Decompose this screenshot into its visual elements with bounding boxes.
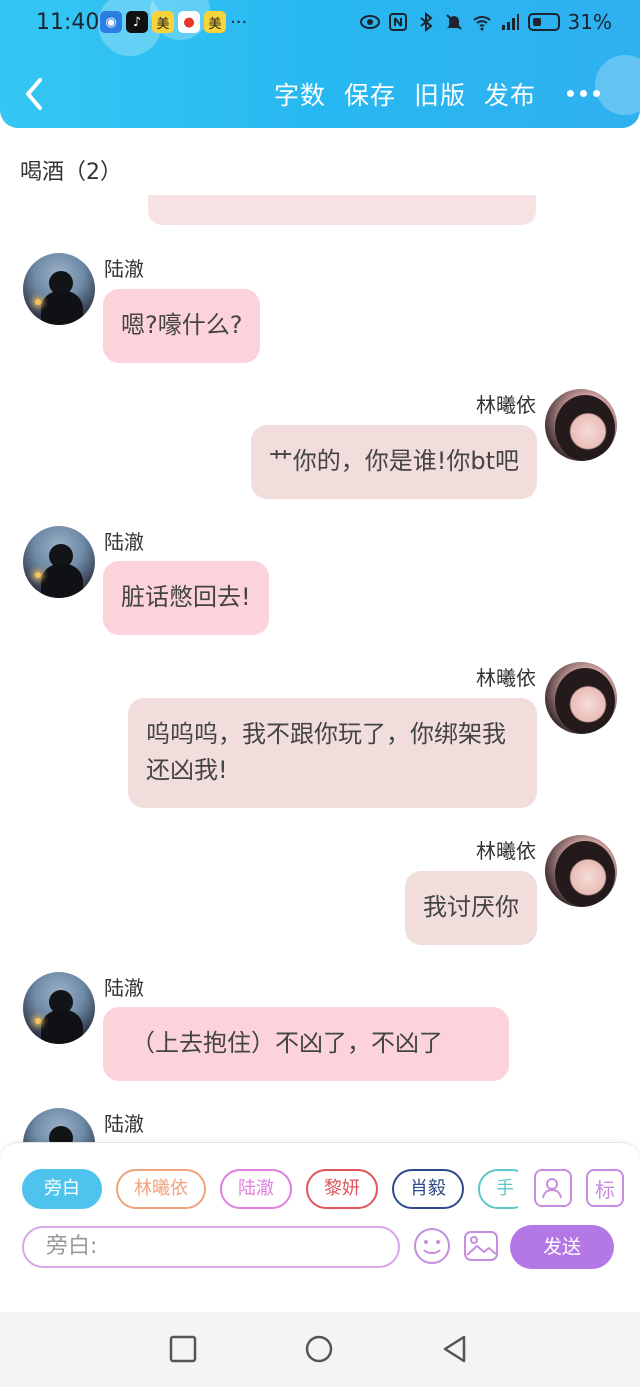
- nfc-icon: [388, 13, 407, 31]
- header-actions: 字数 保存 旧版 发布: [274, 76, 536, 112]
- chapter-title: 喝酒（2）: [20, 160, 122, 185]
- home-icon[interactable]: [304, 1334, 334, 1364]
- back-triangle-icon[interactable]: [440, 1334, 470, 1364]
- speaker-name: 陆澈: [104, 257, 144, 281]
- more-options-icon[interactable]: [567, 90, 600, 97]
- status-bar: 11:40 ◉ ♪ 美 ● 美 ··· 31%: [0, 0, 640, 46]
- send-button[interactable]: 发送: [510, 1225, 614, 1269]
- message-bubble[interactable]: 脏话憋回去!: [103, 561, 269, 635]
- image-icon[interactable]: [462, 1227, 500, 1265]
- avatar-linxiyi[interactable]: [545, 389, 617, 461]
- message-bubble-partial[interactable]: [148, 195, 536, 225]
- avatar-luche[interactable]: [23, 526, 95, 598]
- old-version-button[interactable]: 旧版: [414, 76, 466, 112]
- message-input[interactable]: 旁白:: [22, 1226, 400, 1268]
- recent-apps-icon[interactable]: [168, 1334, 198, 1364]
- more-notifications-icon: ···: [230, 11, 248, 33]
- status-time: 11:40: [36, 10, 100, 35]
- avatar-luche[interactable]: [23, 972, 95, 1044]
- speaker-name: 林曦依: [476, 839, 536, 863]
- save-button[interactable]: 保存: [344, 76, 396, 112]
- publish-button[interactable]: 发布: [484, 76, 536, 112]
- message-bubble[interactable]: 嗯?嚎什么?: [103, 289, 261, 363]
- message-bubble[interactable]: 我讨厌你: [405, 871, 537, 945]
- role-xiaoyi[interactable]: 肖毅: [392, 1169, 464, 1209]
- speaker-name: 陆澈: [104, 976, 144, 1000]
- word-count-button[interactable]: 字数: [274, 76, 326, 112]
- message-bubble[interactable]: 呜呜呜，我不跟你玩了，你绑架我还凶我!: [128, 698, 537, 808]
- avatar-linxiyi[interactable]: [545, 835, 617, 907]
- back-arrow-icon[interactable]: [20, 76, 50, 112]
- role-linxiyi[interactable]: 林曦依: [116, 1169, 206, 1209]
- role-liyan[interactable]: 黎妍: [306, 1169, 378, 1209]
- speaker-name: 林曦依: [476, 666, 536, 690]
- meituan-app-icon: 美: [152, 11, 174, 33]
- system-nav-bar: [0, 1312, 640, 1387]
- message-bubble[interactable]: （上去抱住）不凶了，不凶了: [103, 1007, 509, 1081]
- meituan-app-icon: 美: [204, 11, 226, 33]
- mute-bell-icon: [445, 14, 462, 30]
- shield-app-icon: ◉: [100, 11, 122, 33]
- role-luche[interactable]: 陆澈: [220, 1169, 292, 1209]
- weibo-app-icon: ●: [178, 11, 200, 33]
- eye-icon: [359, 15, 380, 29]
- tiktok-app-icon: ♪: [126, 11, 148, 33]
- wifi-icon: [472, 16, 491, 31]
- battery-percent: 31%: [567, 10, 612, 34]
- emoji-icon[interactable]: [413, 1227, 451, 1265]
- avatar-luche[interactable]: [23, 1108, 95, 1143]
- composer-panel: 旁白 林曦依 陆澈 黎妍 肖毅 手 标 旁白: 发送: [0, 1142, 640, 1312]
- header-decoration: [595, 55, 640, 115]
- role-narration[interactable]: 旁白: [22, 1169, 102, 1209]
- avatar-luche[interactable]: [23, 253, 95, 325]
- signal-icon: [501, 14, 519, 30]
- chat-list[interactable]: 陆澈 嗯?嚎什么? 林曦依 艹你的，你是谁!你bt吧 陆澈 脏话憋回去! 林曦依…: [0, 195, 640, 1143]
- status-right: 31%: [359, 10, 612, 34]
- battery-icon: [527, 13, 560, 31]
- notification-icons: ◉ ♪ 美 ● 美 ···: [100, 10, 247, 34]
- speaker-name: 陆澈: [104, 1112, 144, 1136]
- role-partial[interactable]: 手: [478, 1169, 518, 1209]
- speaker-name: 陆澈: [104, 530, 144, 554]
- role-selector: 旁白 林曦依 陆澈 黎妍 肖毅 手: [22, 1169, 518, 1211]
- tag-button[interactable]: 标: [586, 1169, 624, 1207]
- avatar-linxiyi[interactable]: [545, 662, 617, 734]
- character-manage-icon[interactable]: [534, 1169, 572, 1207]
- top-header: 11:40 ◉ ♪ 美 ● 美 ··· 31% 字数 保存 旧版 发布: [0, 0, 640, 128]
- speaker-name: 林曦依: [476, 393, 536, 417]
- message-bubble[interactable]: 艹你的，你是谁!你bt吧: [250, 425, 537, 499]
- bluetooth-icon: [419, 12, 433, 32]
